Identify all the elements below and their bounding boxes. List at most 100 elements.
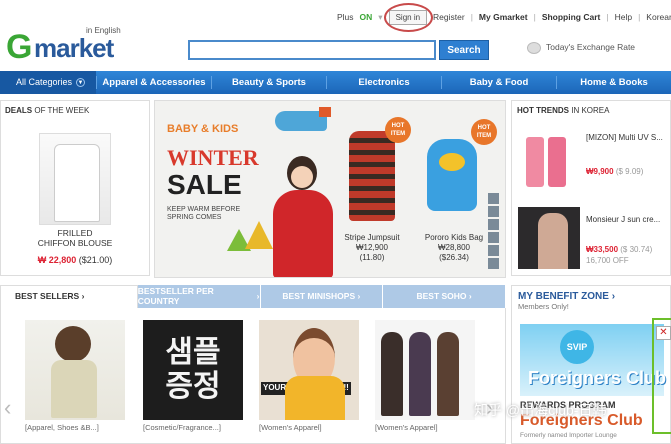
list-item[interactable]: YOUR CHECK POINT!! [Women's Apparel] [259,320,359,432]
svip-badge: SVIP [560,330,594,364]
gmarket-logo[interactable]: G market in English [6,24,126,66]
category-electronics[interactable]: Electronics [326,76,441,89]
hot-item-badge: HOT ITEM [471,119,497,145]
plus-label: Plus [337,11,354,22]
all-categories-button[interactable]: All Categories ▼ [0,71,96,94]
list-item[interactable]: [Women's Apparel] [375,320,475,432]
hot-item-badge: HOT ITEM [385,117,411,143]
chevron-left-icon[interactable]: ‹ [4,395,11,420]
tab-best-sellers[interactable]: BEST SELLERS › [0,285,138,308]
banner-sale: SALE [167,169,242,200]
product-image[interactable] [25,320,125,420]
deal-price: ₩ 22,800 ($21.00) [37,255,113,265]
product-price: ₩12,900 [355,243,389,252]
watermark: 知乎 @出海club-日韩 [474,402,607,418]
benefit-subtitle: Members Only! [518,301,569,311]
bestseller-tabs: BEST SELLERS › BESTSELLER PER COUNTRY › … [0,285,506,308]
product-price-usd: (11.80) [359,253,385,262]
product-image[interactable]: 샘플 증정 [143,320,243,420]
divider: | [470,11,473,22]
stripe-jumpsuit-image[interactable] [349,131,395,221]
divider: | [638,11,641,22]
best-sellers-list: [Apparel, Shoes &B...] 샘플 증정 [Cosmetic/F… [0,308,506,444]
category-beauty[interactable]: Beauty & Sports [211,76,326,89]
pager-dot[interactable] [488,245,499,256]
divider: | [606,11,609,22]
deal-product-name-2[interactable]: CHIFFON BLOUSE [1,238,149,249]
winter-sale-banner[interactable]: BABY & KIDS WINTER SALE KEEP WARM BEFORE… [154,100,506,278]
hot-trend-name[interactable]: [MIZON] Multi UV S... [586,133,670,142]
tab-bestseller-per-country[interactable]: BESTSELLER PER COUNTRY › [137,285,261,308]
chevron-down-icon: ▼ [76,78,86,87]
divider: | [533,11,536,22]
product-caption[interactable]: [Women's Apparel] [259,423,359,433]
category-apparel[interactable]: Apparel & Accessories [96,76,211,89]
hot-trends-heading: HOT TRENDS IN KOREA [517,106,610,115]
product-image[interactable] [375,320,475,420]
banner-tagline: KEEP WARM BEFORE SPRING COMES [167,206,241,222]
product-name[interactable]: Pororo Kids Bag [419,233,489,242]
plus-toggle[interactable]: ON [360,12,373,23]
hot-trend-price: ₩9,900 ($ 9.09) [586,167,644,176]
product-price-usd: ($26.34) [439,253,469,262]
my-benefit-zone-panel[interactable]: MY BENEFIT ZONE › Members Only! SVIP For… [511,285,671,444]
pager-dot[interactable] [488,193,499,204]
list-item[interactable]: [Apparel, Shoes &B...] [25,320,125,432]
my-gmarket-link[interactable]: My Gmarket [479,12,528,23]
product-price: ₩28,800 [437,243,471,252]
child-model-image [267,156,335,277]
tab-best-soho[interactable]: BEST SOHO › [383,285,506,308]
exchange-rate-link[interactable]: Today's Exchange Rate [527,42,635,54]
deals-heading: DEALS OF THE WEEK [5,106,90,115]
pager-dot[interactable] [488,206,499,217]
korean-link[interactable]: Korean [646,12,671,23]
monsieur-j-product-image[interactable] [518,207,580,269]
check-point-badge: YOUR CHECK POINT!! [261,382,351,395]
list-item[interactable]: 샘플 증정 [Cosmetic/Fragrance...] [143,320,243,432]
logo-subtitle: in English [86,26,121,35]
formerly-note: Formerly named Importer Lounge [520,432,617,439]
category-baby-food[interactable]: Baby & Food [441,76,556,89]
pororo-kids-bag-image[interactable] [427,139,477,211]
mizon-product-image[interactable] [518,123,578,195]
category-home-books[interactable]: Home & Books [556,76,671,89]
foreigners-club-title: Foreigners Club [528,368,667,388]
banner-baby-kids: BABY & KIDS [167,123,239,135]
help-link[interactable]: Help [615,12,632,23]
product-caption[interactable]: [Apparel, Shoes &B...] [25,423,125,433]
logo-market: market [34,33,114,63]
hot-trend-name[interactable]: Monsieur J sun cre... [586,215,670,224]
register-link[interactable]: Register [433,12,465,23]
korean-text: 증정 [165,369,221,404]
all-categories-label: All Categories [16,77,73,88]
pager-dot[interactable] [488,232,499,243]
banner-winter: WINTER [167,145,259,170]
hot-trend-price: ₩33,500 ($ 30.74) [586,245,653,254]
product-image[interactable]: YOUR CHECK POINT!! [259,320,359,420]
chevron-down-icon[interactable]: ▾ [378,12,382,23]
product-name[interactable]: Stripe Jumpsuit [339,233,405,242]
exchange-icon [527,42,541,54]
product-caption[interactable]: [Women's Apparel] [375,423,475,433]
product-caption[interactable]: [Cosmetic/Fragrance...] [143,423,243,433]
search-button[interactable]: Search [439,40,489,60]
search-input[interactable] [188,40,436,60]
logo-g: G [6,28,32,66]
hot-trends-panel: HOT TRENDS IN KOREA [MIZON] Multi UV S..… [511,100,671,276]
hot-trend-discount: 16,700 OFF [586,256,629,265]
pager-dot[interactable] [488,219,499,230]
pager-dot[interactable] [488,258,499,269]
banner-pager [488,193,500,271]
close-icon[interactable]: ✕ [656,326,671,340]
exchange-label: Today's Exchange Rate [546,42,636,53]
sign-in-highlight-circle [384,3,433,32]
benefit-heading[interactable]: MY BENEFIT ZONE › [512,286,670,303]
airplane-icon [275,107,331,131]
korean-text: 샘플 [165,334,221,370]
category-bar: All Categories ▼ Apparel & Accessories B… [0,71,671,94]
svip-banner[interactable]: SVIP Foreigners Club [520,324,667,396]
blouse-image[interactable] [39,133,111,225]
shopping-cart-link[interactable]: Shopping Cart [542,12,601,23]
deals-of-the-week-panel[interactable]: DEALS OF THE WEEK FRILLED CHIFFON BLOUSE… [0,100,150,276]
tab-best-minishops[interactable]: BEST MINISHOPS › [260,285,384,308]
